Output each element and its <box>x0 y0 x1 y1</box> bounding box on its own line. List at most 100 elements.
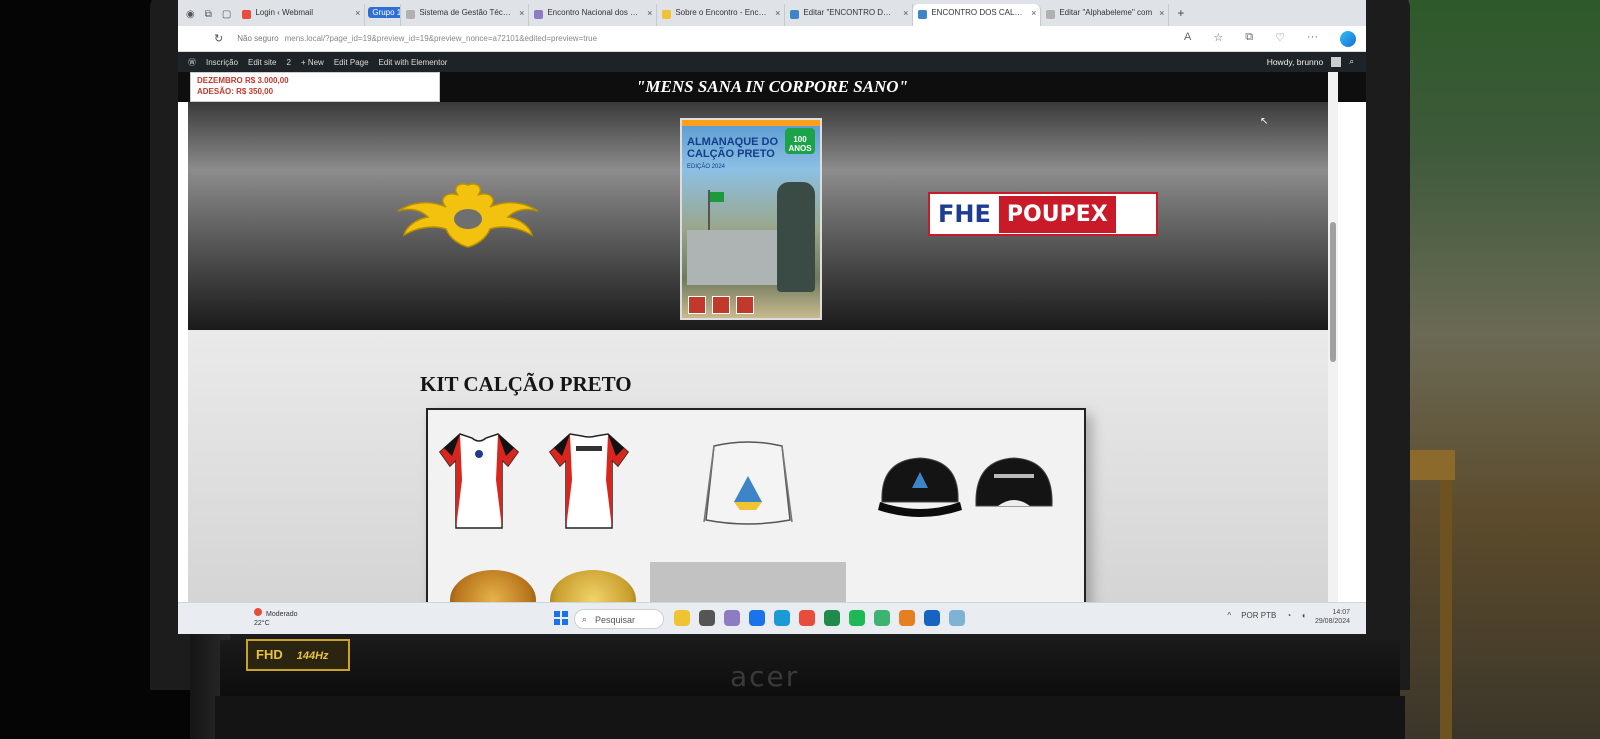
weather-widget[interactable]: Moderado 22°C <box>254 608 298 628</box>
weather-icon <box>254 608 262 616</box>
outlook-icon[interactable] <box>924 610 940 626</box>
wifi-icon[interactable]: ◔ <box>1286 611 1291 620</box>
chrome-icon[interactable] <box>799 610 815 626</box>
badge-icon <box>736 296 754 314</box>
close-tab-icon[interactable]: × <box>1031 8 1036 18</box>
fhe-poupex-logo[interactable]: FHE POUPEX <box>928 192 1158 236</box>
wp-item-elementor[interactable]: Edit with Elementor <box>379 58 448 67</box>
tray-expand-icon[interactable]: ^ <box>1227 611 1231 620</box>
favicon-icon <box>1046 10 1056 19</box>
copilot-app-icon[interactable] <box>724 610 740 626</box>
taskbar-search-input[interactable]: ⌕ Pesquisar <box>574 609 664 629</box>
clock-time: 14:07 <box>1332 609 1350 616</box>
close-tab-icon[interactable]: × <box>903 8 908 18</box>
tab-label: Editar "Alphabeleme" com <box>1059 8 1153 17</box>
task-view-icon[interactable] <box>699 610 715 626</box>
read-aloud-icon[interactable]: A <box>1184 31 1191 47</box>
taskbar-apps <box>674 610 965 626</box>
almanaque-edition: EDIÇÃO 2024 <box>687 164 726 170</box>
favicon-icon <box>534 10 544 19</box>
cap-back-image <box>975 457 1053 507</box>
wp-search-icon[interactable]: ⌕ <box>1349 56 1354 67</box>
site-motto: "MENS SANA IN CORPORE SANO" <box>635 77 909 96</box>
wp-item-edit-site[interactable]: Edit site <box>248 58 276 67</box>
close-tab-icon[interactable]: × <box>1159 8 1164 18</box>
tab-actions-icon[interactable]: ▢ <box>222 9 231 20</box>
tab-6-active[interactable]: ENCONTRO DOS CALÇÕES × <box>913 4 1042 26</box>
profile-icon[interactable]: ◉ <box>186 9 195 20</box>
address-bar-actions: A ☆ ⧉ ♡ ··· <box>1184 31 1356 47</box>
sticker-model: FHD <box>256 647 283 662</box>
tab-label: Encontro Nacional dos Calç <box>547 8 647 17</box>
wp-item-comments[interactable]: 2 <box>286 58 290 67</box>
wp-item-edit-page[interactable]: Edit Page <box>334 58 369 67</box>
badge-icon <box>712 296 730 314</box>
page-scrollbar[interactable] <box>1328 72 1338 612</box>
paint-icon[interactable] <box>949 610 965 626</box>
room-background <box>1400 0 1600 739</box>
tab-bar-controls: ◉ ⧉ ▢ <box>186 9 231 20</box>
display-sticker: FHD 144Hz <box>246 639 350 671</box>
tab-2[interactable]: Sistema de Gestão Técnica × <box>401 4 530 26</box>
windows-start-icon[interactable] <box>554 611 568 625</box>
content-section: KIT CALÇÃO PRETO <box>188 330 1328 630</box>
extensions-icon[interactable]: ⧉ <box>1245 31 1253 47</box>
reload-icon[interactable]: ↻ <box>214 32 223 45</box>
wp-logo-icon[interactable]: Ⓦ <box>188 57 196 68</box>
clock-date: 29/08/2024 <box>1314 618 1350 625</box>
cover-top-stripe <box>682 120 820 126</box>
close-tab-icon[interactable]: × <box>647 8 652 18</box>
photos-icon[interactable] <box>899 610 915 626</box>
tray-lang[interactable]: POR PTB <box>1241 611 1276 620</box>
tab-group-pill[interactable]: Grupo 1 <box>365 4 402 26</box>
almanaque-cover[interactable]: ALMANAQUE DO CALÇÃO PRETO EDIÇÃO 2024 10… <box>680 118 822 320</box>
not-secure-label[interactable]: Não seguro <box>237 34 278 43</box>
tab-5[interactable]: Editar "ENCONTRO DOS CA × <box>785 4 914 26</box>
maps-icon[interactable] <box>874 610 890 626</box>
sticker-refresh: 144Hz <box>296 650 329 662</box>
explorer-icon[interactable] <box>674 610 690 626</box>
url-field[interactable]: mens.local/?page_id=19&preview_id=19&pre… <box>285 34 597 43</box>
almanaque-badge: 100 ANOS <box>785 128 815 154</box>
store-icon[interactable] <box>749 610 765 626</box>
browser-essentials-icon[interactable]: ♡ <box>1275 31 1285 47</box>
hero-banner: ALMANAQUE DO CALÇÃO PRETO EDIÇÃO 2024 10… <box>188 102 1328 330</box>
favicon-icon <box>406 10 416 19</box>
photo-stage: ◉ ⧉ ▢ Login ‹ Webmail × Grupo 1 Sistema d… <box>0 0 1600 739</box>
copilot-icon[interactable] <box>1340 31 1356 47</box>
new-tab-icon[interactable]: + <box>1177 6 1184 20</box>
close-tab-icon[interactable]: × <box>355 8 360 18</box>
kit-image-box[interactable] <box>426 408 1086 630</box>
tab-4[interactable]: Sobre o Encontro - Encontro × <box>657 4 786 26</box>
close-tab-icon[interactable]: × <box>775 8 780 18</box>
wp-item-inscricao[interactable]: Inscrição <box>206 58 238 67</box>
tab-group-label: Grupo 1 <box>368 7 401 18</box>
favicon-icon <box>790 10 800 19</box>
favicon-icon <box>918 10 928 19</box>
unit-badges <box>688 296 754 314</box>
spotify-icon[interactable] <box>849 610 865 626</box>
fhe-label: FHE <box>938 200 991 228</box>
tab-label: Editar "ENCONTRO DOS CA <box>803 8 908 17</box>
edge-app-icon[interactable] <box>774 610 790 626</box>
tab-7[interactable]: Editar "Alphabeleme" com × <box>1041 4 1170 26</box>
badge-icon <box>688 296 706 314</box>
close-tab-icon[interactable]: × <box>519 8 524 18</box>
favorite-star-icon[interactable]: ☆ <box>1213 31 1223 47</box>
excel-icon[interactable] <box>824 610 840 626</box>
more-menu-icon[interactable]: ··· <box>1307 31 1318 47</box>
tab-3[interactable]: Encontro Nacional dos Calç × <box>529 4 658 26</box>
taskbar-clock[interactable]: 14:07 29/08/2024 <box>1315 608 1350 626</box>
tab-label: ENCONTRO DOS CALÇÕES <box>931 8 1038 17</box>
mouse-cursor-icon: ↖ <box>1260 116 1269 127</box>
tab-label: Sobre o Encontro - Encontro <box>675 8 777 17</box>
windows-taskbar: Moderado 22°C ⌕ Pesquisar ^ POR PTB ◔ ◖ … <box>178 602 1366 634</box>
volume-icon[interactable]: ◖ <box>1301 611 1306 620</box>
wp-item-new[interactable]: + New <box>301 58 324 67</box>
tab-0[interactable]: Login ‹ Webmail × <box>237 4 366 26</box>
brazil-flag-icon <box>710 192 724 202</box>
workspaces-icon[interactable]: ⧉ <box>205 9 212 20</box>
wp-account[interactable]: Howdy, brunno ⌕ <box>1267 56 1354 67</box>
scrollbar-thumb[interactable] <box>1330 222 1336 362</box>
tab-label: Sistema de Gestão Técnica <box>419 8 518 17</box>
